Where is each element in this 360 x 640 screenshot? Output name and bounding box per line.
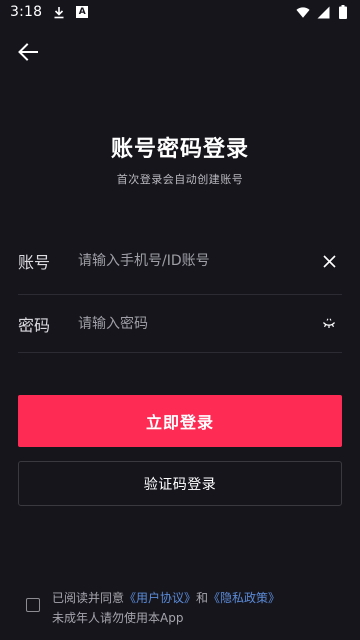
agree-checkbox[interactable] (26, 598, 40, 612)
status-time: 3:18 (10, 4, 43, 20)
clear-button[interactable] (318, 250, 340, 272)
sms-login-button[interactable]: 验证码登录 (18, 461, 342, 506)
account-field-row: 账号 (18, 228, 342, 295)
agreement: 已阅读并同意《用户协议》和《隐私政策》 未成年人请勿使用本App (26, 588, 346, 628)
wifi-icon (296, 5, 310, 19)
notification-a-icon: A (76, 6, 89, 18)
download-icon (52, 5, 66, 19)
password-label: 密码 (18, 315, 51, 335)
privacy-policy-link[interactable]: 《隐私政策》 (208, 591, 280, 605)
minor-notice: 未成年人请勿使用本App (52, 611, 184, 625)
toggle-password-visibility-button[interactable] (318, 313, 340, 335)
page-title: 账号密码登录 (110, 137, 249, 162)
account-label: 账号 (18, 253, 51, 272)
user-agreement-link[interactable]: 《用户协议》 (124, 591, 196, 605)
status-right (296, 5, 350, 19)
password-input[interactable] (78, 308, 318, 339)
agreement-line: 已阅读并同意《用户协议》和《隐私政策》 (52, 588, 280, 608)
eye-closed-icon (322, 318, 336, 328)
agreement-and: 和 (196, 591, 209, 605)
agreement-prefix: 已阅读并同意 (52, 591, 125, 605)
signal-icon (316, 5, 330, 19)
back-button[interactable] (16, 40, 40, 64)
close-icon (322, 254, 336, 268)
account-input[interactable] (78, 246, 318, 276)
login-button[interactable]: 立即登录 (18, 395, 342, 447)
arrow-left-icon (18, 43, 38, 61)
battery-icon (336, 5, 350, 19)
status-left: 3:18 A (10, 4, 89, 20)
agreement-text: 已阅读并同意《用户协议》和《隐私政策》 未成年人请勿使用本App (52, 588, 280, 628)
page-subtitle: 首次登录会自动创建账号 (116, 173, 244, 186)
password-field-row: 密码 (18, 295, 342, 353)
status-bar: 3:18 A (0, 0, 360, 24)
